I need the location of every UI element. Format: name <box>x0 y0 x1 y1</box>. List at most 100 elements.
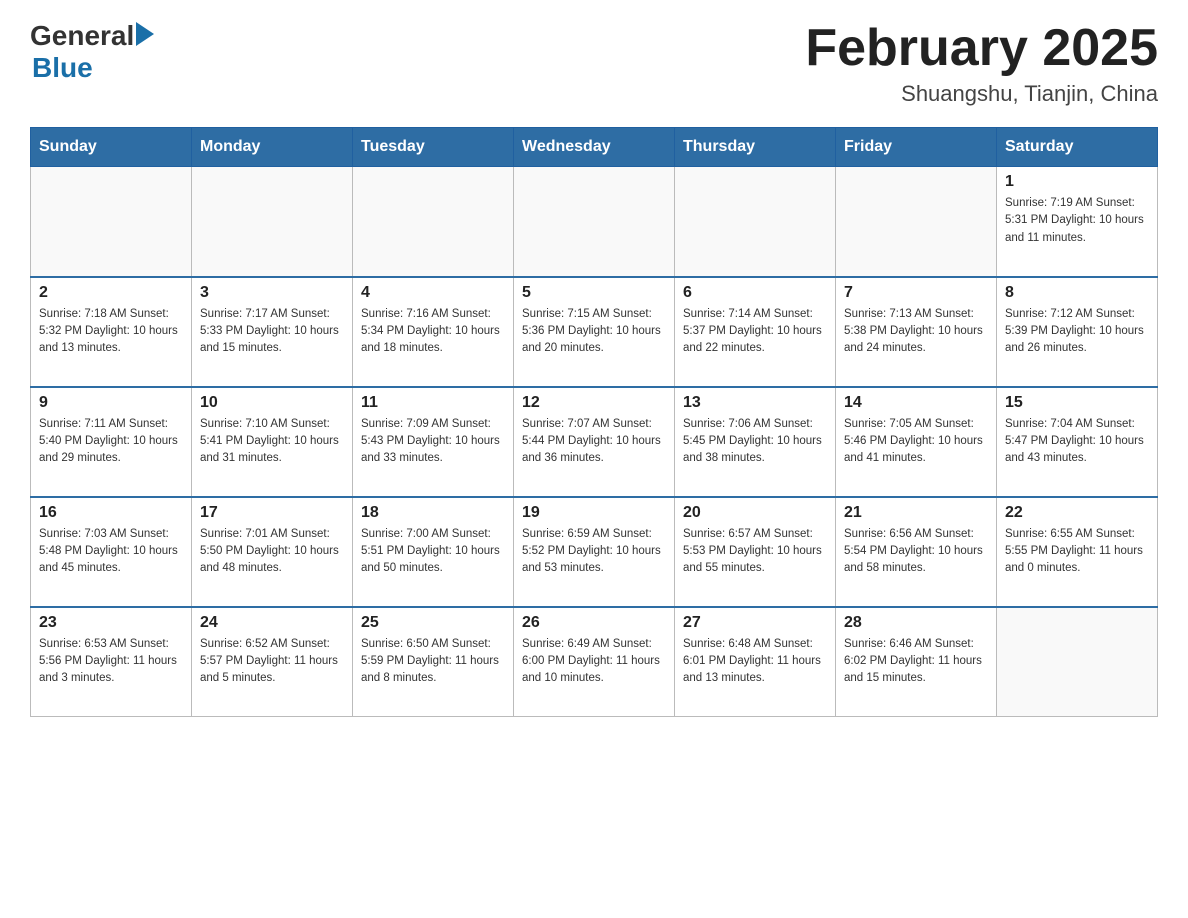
day-info: Sunrise: 7:10 AM Sunset: 5:41 PM Dayligh… <box>200 416 344 468</box>
calendar-cell: 12 Sunrise: 7:07 AM Sunset: 5:44 PM Dayli… <box>514 387 675 497</box>
day-info: Sunrise: 6:56 AM Sunset: 5:54 PM Dayligh… <box>844 526 988 578</box>
calendar-cell: 9 Sunrise: 7:11 AM Sunset: 5:40 PM Daylig… <box>31 387 192 497</box>
calendar-cell: 20Sunrise: 6:57 AM Sunset: 5:53 PM Dayli… <box>675 497 836 607</box>
day-number: 10 <box>200 394 344 412</box>
calendar-cell <box>353 167 514 277</box>
day-info: Sunrise: 6:57 AM Sunset: 5:53 PM Dayligh… <box>683 526 827 578</box>
day-number: 17 <box>200 504 344 522</box>
day-info: Sunrise: 7:19 AM Sunset: 5:31 PM Dayligh… <box>1005 195 1149 247</box>
calendar-cell: 25Sunrise: 6:50 AM Sunset: 5:59 PM Dayli… <box>353 607 514 717</box>
day-number: 11 <box>361 394 505 412</box>
day-info: Sunrise: 6:53 AM Sunset: 5:56 PM Dayligh… <box>39 636 183 688</box>
day-info: Sunrise: 7:01 AM Sunset: 5:50 PM Dayligh… <box>200 526 344 578</box>
day-info: Sunrise: 6:46 AM Sunset: 6:02 PM Dayligh… <box>844 636 988 688</box>
calendar-cell: 6 Sunrise: 7:14 AM Sunset: 5:37 PM Daylig… <box>675 277 836 387</box>
day-number: 15 <box>1005 394 1149 412</box>
logo-blue-text: Blue <box>32 52 154 84</box>
calendar-cell: 19 Sunrise: 6:59 AM Sunset: 5:52 PM Dayli… <box>514 497 675 607</box>
calendar-cell: 17 Sunrise: 7:01 AM Sunset: 5:50 PM Dayli… <box>192 497 353 607</box>
week-row-4: 16 Sunrise: 7:03 AM Sunset: 5:48 PM Dayli… <box>31 497 1158 607</box>
calendar-cell: 24 Sunrise: 6:52 AM Sunset: 5:57 PM Dayli… <box>192 607 353 717</box>
header-day-friday: Friday <box>836 128 997 167</box>
day-info: Sunrise: 7:14 AM Sunset: 5:37 PM Dayligh… <box>683 306 827 358</box>
day-info: Sunrise: 7:17 AM Sunset: 5:33 PM Dayligh… <box>200 306 344 358</box>
calendar-cell: 7 Sunrise: 7:13 AM Sunset: 5:38 PM Daylig… <box>836 277 997 387</box>
day-number: 4 <box>361 284 505 302</box>
day-number: 18 <box>361 504 505 522</box>
calendar-cell <box>836 167 997 277</box>
day-number: 28 <box>844 614 988 632</box>
calendar-cell: 22Sunrise: 6:55 AM Sunset: 5:55 PM Dayli… <box>997 497 1158 607</box>
calendar-cell: 5Sunrise: 7:15 AM Sunset: 5:36 PM Daylig… <box>514 277 675 387</box>
calendar-cell: 10 Sunrise: 7:10 AM Sunset: 5:41 PM Dayli… <box>192 387 353 497</box>
day-info: Sunrise: 7:11 AM Sunset: 5:40 PM Dayligh… <box>39 416 183 468</box>
calendar-cell: 26 Sunrise: 6:49 AM Sunset: 6:00 PM Dayli… <box>514 607 675 717</box>
calendar-cell: 23 Sunrise: 6:53 AM Sunset: 5:56 PM Dayli… <box>31 607 192 717</box>
header-row: SundayMondayTuesdayWednesdayThursdayFrid… <box>31 128 1158 167</box>
calendar-title: February 2025 <box>805 20 1158 77</box>
day-number: 19 <box>522 504 666 522</box>
day-info: Sunrise: 6:49 AM Sunset: 6:00 PM Dayligh… <box>522 636 666 688</box>
header-day-thursday: Thursday <box>675 128 836 167</box>
calendar-cell: 2 Sunrise: 7:18 AM Sunset: 5:32 PM Daylig… <box>31 277 192 387</box>
calendar-cell: 28 Sunrise: 6:46 AM Sunset: 6:02 PM Dayli… <box>836 607 997 717</box>
calendar-cell: 13Sunrise: 7:06 AM Sunset: 5:45 PM Dayli… <box>675 387 836 497</box>
day-info: Sunrise: 7:12 AM Sunset: 5:39 PM Dayligh… <box>1005 306 1149 358</box>
calendar-cell <box>31 167 192 277</box>
day-number: 2 <box>39 284 183 302</box>
logo: General Blue <box>30 20 154 84</box>
calendar-cell: 14 Sunrise: 7:05 AM Sunset: 5:46 PM Dayli… <box>836 387 997 497</box>
day-number: 24 <box>200 614 344 632</box>
header-day-sunday: Sunday <box>31 128 192 167</box>
calendar-cell: 11 Sunrise: 7:09 AM Sunset: 5:43 PM Dayli… <box>353 387 514 497</box>
day-info: Sunrise: 7:04 AM Sunset: 5:47 PM Dayligh… <box>1005 416 1149 468</box>
day-info: Sunrise: 7:18 AM Sunset: 5:32 PM Dayligh… <box>39 306 183 358</box>
day-info: Sunrise: 6:48 AM Sunset: 6:01 PM Dayligh… <box>683 636 827 688</box>
calendar-cell: 18 Sunrise: 7:00 AM Sunset: 5:51 PM Dayli… <box>353 497 514 607</box>
day-info: Sunrise: 7:00 AM Sunset: 5:51 PM Dayligh… <box>361 526 505 578</box>
day-info: Sunrise: 6:59 AM Sunset: 5:52 PM Dayligh… <box>522 526 666 578</box>
calendar-subtitle: Shuangshu, Tianjin, China <box>805 81 1158 107</box>
day-number: 16 <box>39 504 183 522</box>
calendar-cell: 15 Sunrise: 7:04 AM Sunset: 5:47 PM Dayli… <box>997 387 1158 497</box>
day-number: 7 <box>844 284 988 302</box>
day-number: 3 <box>200 284 344 302</box>
week-row-5: 23 Sunrise: 6:53 AM Sunset: 5:56 PM Dayli… <box>31 607 1158 717</box>
calendar-cell: 16 Sunrise: 7:03 AM Sunset: 5:48 PM Dayli… <box>31 497 192 607</box>
day-number: 26 <box>522 614 666 632</box>
header-day-monday: Monday <box>192 128 353 167</box>
day-number: 8 <box>1005 284 1149 302</box>
day-number: 27 <box>683 614 827 632</box>
day-info: Sunrise: 7:07 AM Sunset: 5:44 PM Dayligh… <box>522 416 666 468</box>
day-info: Sunrise: 6:52 AM Sunset: 5:57 PM Dayligh… <box>200 636 344 688</box>
page-header: General Blue February 2025 Shuangshu, Ti… <box>30 20 1158 107</box>
header-day-tuesday: Tuesday <box>353 128 514 167</box>
calendar-cell: 3 Sunrise: 7:17 AM Sunset: 5:33 PM Daylig… <box>192 277 353 387</box>
week-row-3: 9 Sunrise: 7:11 AM Sunset: 5:40 PM Daylig… <box>31 387 1158 497</box>
day-info: Sunrise: 7:09 AM Sunset: 5:43 PM Dayligh… <box>361 416 505 468</box>
day-number: 12 <box>522 394 666 412</box>
header-day-wednesday: Wednesday <box>514 128 675 167</box>
day-number: 13 <box>683 394 827 412</box>
calendar-cell: 27 Sunrise: 6:48 AM Sunset: 6:01 PM Dayli… <box>675 607 836 717</box>
header-day-saturday: Saturday <box>997 128 1158 167</box>
day-number: 25 <box>361 614 505 632</box>
day-number: 9 <box>39 394 183 412</box>
calendar-cell: 1Sunrise: 7:19 AM Sunset: 5:31 PM Daylig… <box>997 167 1158 277</box>
title-section: February 2025 Shuangshu, Tianjin, China <box>805 20 1158 107</box>
calendar-table: SundayMondayTuesdayWednesdayThursdayFrid… <box>30 127 1158 717</box>
day-info: Sunrise: 7:05 AM Sunset: 5:46 PM Dayligh… <box>844 416 988 468</box>
week-row-2: 2 Sunrise: 7:18 AM Sunset: 5:32 PM Daylig… <box>31 277 1158 387</box>
day-info: Sunrise: 7:16 AM Sunset: 5:34 PM Dayligh… <box>361 306 505 358</box>
logo-general-text: General <box>30 20 134 52</box>
calendar-cell: 4 Sunrise: 7:16 AM Sunset: 5:34 PM Daylig… <box>353 277 514 387</box>
calendar-cell: 21Sunrise: 6:56 AM Sunset: 5:54 PM Dayli… <box>836 497 997 607</box>
day-number: 23 <box>39 614 183 632</box>
day-info: Sunrise: 7:13 AM Sunset: 5:38 PM Dayligh… <box>844 306 988 358</box>
day-number: 6 <box>683 284 827 302</box>
calendar-cell <box>514 167 675 277</box>
logo-arrow-icon <box>136 22 154 46</box>
day-number: 14 <box>844 394 988 412</box>
calendar-cell <box>675 167 836 277</box>
day-info: Sunrise: 7:03 AM Sunset: 5:48 PM Dayligh… <box>39 526 183 578</box>
